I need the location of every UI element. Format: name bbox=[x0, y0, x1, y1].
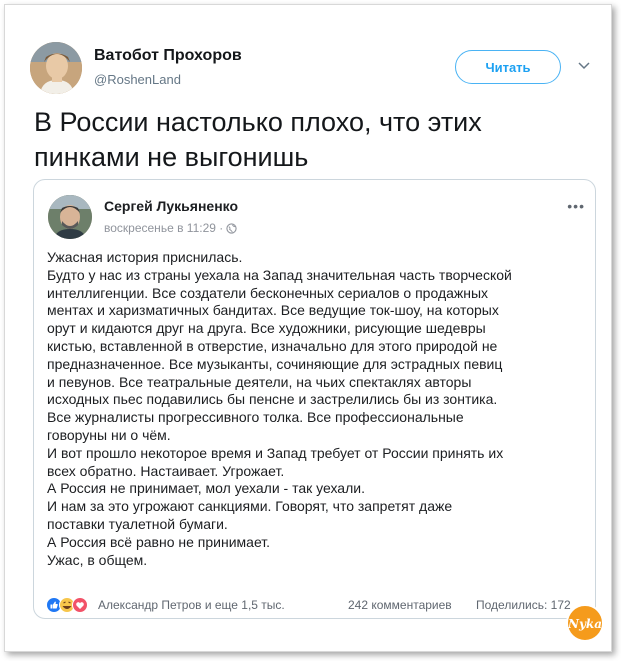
comments-count[interactable]: 242 комментариев bbox=[348, 598, 452, 612]
post-line: И вот прошло некоторое время и Запад тре… bbox=[47, 444, 504, 461]
post-line: Все журналисты прогрессивного толка. Все… bbox=[47, 409, 464, 426]
follow-button[interactable]: Читать bbox=[455, 50, 561, 84]
tweet-text-line: пинками не выгонишь bbox=[34, 142, 309, 172]
post-line: интеллигенции. Все создатели бесконечных… bbox=[47, 284, 489, 301]
post-body: Ужасная история приснилась. Будто у нас … bbox=[47, 249, 587, 569]
post-line: говоруны ни о чём. bbox=[47, 426, 171, 443]
tweet-text-line: В России настолько плохо, что этих bbox=[34, 107, 482, 137]
post-line: и певунов. Все театральные деятели, на ч… bbox=[47, 373, 472, 390]
post-line: исходных пьес подавились бы пенсне и зас… bbox=[47, 391, 498, 408]
embedded-post-card[interactable]: Сергей Лукьяненко воскресенье в 11:29 · … bbox=[33, 179, 596, 619]
shares-count[interactable]: Поделились: 172 bbox=[476, 598, 571, 612]
post-line: И нам за это угрожают санкциями. Говорят… bbox=[47, 498, 453, 515]
tweet-author-avatar[interactable] bbox=[30, 42, 82, 94]
tweet-text: В России настолько плохо, что этих пинка… bbox=[34, 105, 594, 175]
reactions-summary[interactable]: Александр Петров и еще 1,5 тыс. bbox=[98, 598, 285, 612]
post-line: кистью, вставленной в отверстие, изначал… bbox=[47, 337, 498, 354]
post-timestamp[interactable]: воскресенье в 11:29 · bbox=[104, 221, 223, 235]
post-line: Будто у нас из страны уехала на Запад зн… bbox=[47, 266, 512, 283]
post-footer: Александр Петров и еще 1,5 тыс. 242 комм… bbox=[46, 597, 586, 615]
post-line: предназначенное. Все музыканты, сочиняющ… bbox=[47, 355, 503, 372]
post-line: ментах и харизматичных бандитах. Все вед… bbox=[47, 302, 499, 319]
post-line: Ужасная история приснилась. bbox=[47, 249, 243, 265]
post-line: Ужас, в общем. bbox=[47, 551, 148, 568]
post-line: поставки туалетной бумаги. bbox=[47, 515, 228, 532]
tweet-author-handle[interactable]: @RoshenLand bbox=[94, 72, 181, 87]
more-dots-icon[interactable]: ••• bbox=[567, 198, 585, 214]
screenshot-frame: Ватобот Прохоров @RoshenLand Читать В Ро… bbox=[4, 4, 612, 652]
post-line: А Россия не принимает, мол уехали - так … bbox=[47, 480, 365, 497]
post-meta: воскресенье в 11:29 · bbox=[104, 221, 237, 235]
watermark-logo: Nyka bbox=[566, 604, 604, 642]
post-line: орут и кидаются друг на друга. Все худож… bbox=[47, 320, 486, 337]
tweet-author-name[interactable]: Ватобот Прохоров bbox=[94, 47, 242, 65]
post-line: А Россия всё равно не принимает. bbox=[47, 533, 271, 550]
post-author-name[interactable]: Сергей Лукьяненко bbox=[104, 198, 238, 214]
svg-text:Nyka: Nyka bbox=[567, 617, 602, 631]
reactions-icons[interactable] bbox=[46, 597, 96, 613]
post-author-avatar[interactable] bbox=[48, 195, 92, 239]
chevron-down-icon[interactable] bbox=[577, 61, 591, 71]
post-line: всех обратно. Настаивает. Угрожает. bbox=[47, 462, 285, 479]
love-icon bbox=[72, 597, 88, 613]
globe-icon bbox=[226, 222, 237, 234]
